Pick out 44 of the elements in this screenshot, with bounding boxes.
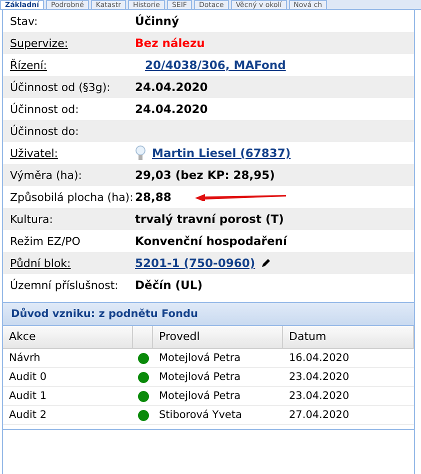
- field-label: Kultura:: [10, 212, 54, 226]
- field-label: Režim EZ/PO: [10, 234, 82, 248]
- field-value: 28,88: [135, 190, 172, 204]
- pencil-icon[interactable]: [261, 258, 272, 268]
- table-cell: Návrh: [3, 349, 133, 368]
- field-label: Výměra (ha):: [10, 168, 83, 182]
- field-value: Děčín (UL): [135, 278, 202, 292]
- table-cell: Stiborová Yveta: [153, 406, 283, 425]
- section-header: Důvod vzniku: z podnětu Fondu: [3, 302, 414, 326]
- field-label-link[interactable]: Supervize:: [10, 36, 135, 50]
- column-header[interactable]: Provedl: [153, 326, 283, 349]
- value-link[interactable]: 20/4038/306, MAFond: [145, 58, 286, 72]
- field-value: 29,03 (bez KP: 28,95): [135, 168, 275, 182]
- column-header[interactable]: Akce: [3, 326, 133, 349]
- field-label: Účinnost do:: [10, 124, 80, 138]
- column-header[interactable]: Datum: [283, 326, 414, 349]
- value-link[interactable]: Martin Liesel (67837): [152, 146, 291, 160]
- field-value: Účinný: [135, 14, 179, 28]
- lightbulb-icon: [135, 145, 146, 161]
- table-cell: Motejlová Petra: [153, 349, 283, 368]
- field-label-link[interactable]: Půdní blok:: [10, 256, 135, 270]
- field-label: Účinnost od (§3g):: [10, 80, 112, 94]
- table-cell: Motejlová Petra: [153, 368, 283, 387]
- table-cell: 27.04.2020: [283, 406, 414, 425]
- table-cell: 16.04.2020: [283, 349, 414, 368]
- field-label: Způsobilá plocha (ha):: [10, 190, 134, 204]
- field-value: 24.04.2020: [135, 102, 208, 116]
- table-cell: 23.04.2020: [283, 368, 414, 387]
- table-cell: Audit 2: [3, 406, 133, 425]
- field-label: Územní příslušnost:: [10, 278, 120, 292]
- field-label: Stav:: [10, 14, 39, 28]
- field-value: Konvenční hospodaření: [135, 234, 287, 248]
- table-cell: 23.04.2020: [283, 387, 414, 406]
- field-value: 24.04.2020: [135, 80, 208, 94]
- field-value: trvalý travní porost (T): [135, 212, 284, 226]
- table-cell: Motejlová Petra: [153, 387, 283, 406]
- table-cell: Audit 1: [3, 387, 133, 406]
- table-cell: Audit 0: [3, 368, 133, 387]
- field-label-link[interactable]: Řízení:: [10, 58, 135, 72]
- value-link[interactable]: 5201-1 (750-0960): [135, 256, 256, 270]
- status-value: Bez nálezu: [135, 36, 205, 50]
- column-header: [133, 326, 153, 349]
- field-label: Účinnost od:: [10, 102, 80, 116]
- field-label-link[interactable]: Uživatel:: [10, 146, 135, 160]
